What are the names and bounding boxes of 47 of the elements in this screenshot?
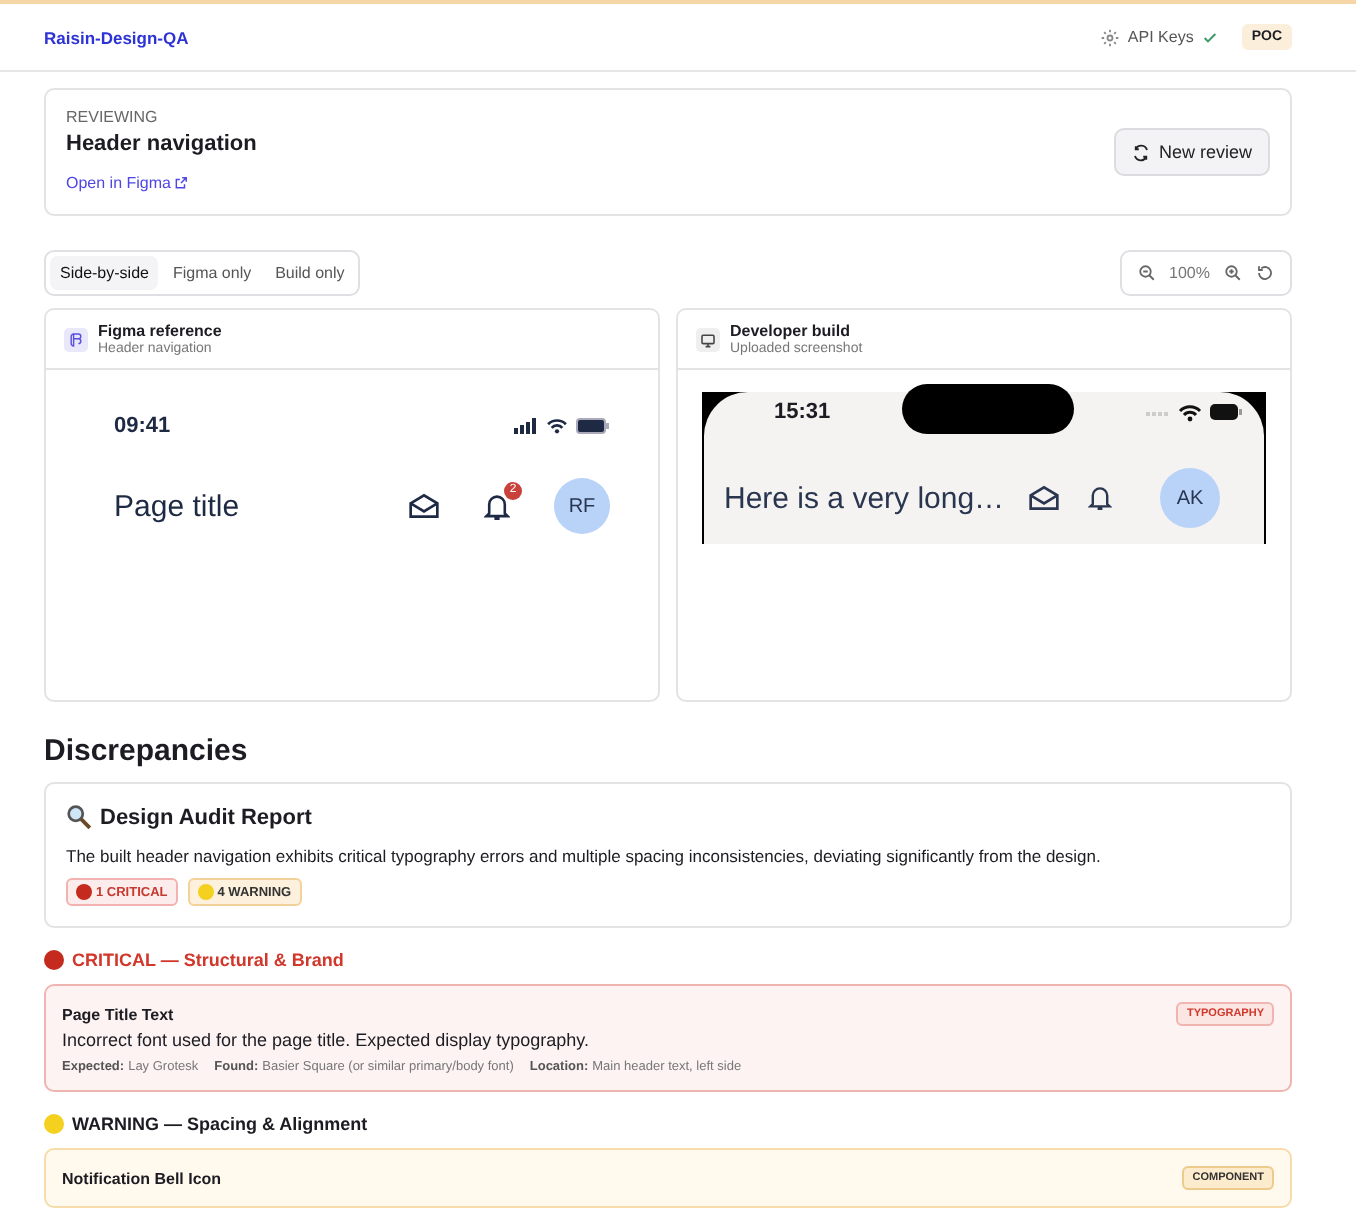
- brand-name[interactable]: Raisin-Design-QA: [44, 27, 189, 47]
- battery-icon: [1209, 404, 1244, 420]
- battery-icon: [576, 418, 610, 434]
- panel-title: Figma reference: [98, 322, 222, 340]
- issue-description: Incorrect font used for the page title. Expected display typography.: [62, 1030, 591, 1050]
- envelope-icon: [1028, 484, 1061, 512]
- zoom-in-icon[interactable]: [1224, 264, 1242, 282]
- report-summary: The built header navigation exhibits critical typography errors and multiple spacing inconsistencies, deviating significantly from the design.: [66, 846, 1103, 866]
- envelope-icon[interactable]: [408, 492, 440, 520]
- external-link-icon: [174, 175, 189, 189]
- severity-dot-icon: [44, 950, 64, 970]
- view-mode-tab[interactable]: Figma only: [162, 256, 262, 290]
- issue-title: Notification Bell Icon: [62, 1169, 222, 1187]
- reviewing-label: REVIEWING: [66, 107, 160, 125]
- page-title: Page title: [114, 489, 240, 523]
- severity-heading: WARNING — Spacing & Alignment: [72, 1114, 368, 1134]
- panel-title: Developer build: [730, 322, 853, 340]
- page-title: Here is a very long…: [724, 481, 1005, 515]
- avatar[interactable]: RF: [554, 478, 610, 534]
- magnifier-icon: [66, 804, 92, 830]
- issue-title: Page Title Text: [62, 1005, 174, 1023]
- report-title: Design Audit Report: [100, 805, 312, 829]
- new-review-button[interactable]: New review: [1114, 128, 1270, 176]
- signal-icon: [514, 418, 538, 434]
- zoom-level: 100%: [1169, 264, 1210, 282]
- wifi-icon: [546, 418, 568, 434]
- status-time: 15:31: [774, 400, 831, 424]
- refresh-icon: [1132, 143, 1151, 161]
- gear-icon: [1099, 27, 1120, 47]
- status-time: 09:41: [114, 414, 171, 438]
- review-title: Header navigation: [66, 131, 257, 155]
- bell-icon[interactable]: [484, 491, 510, 521]
- severity-dot-icon: [44, 1114, 64, 1134]
- view-mode-tab[interactable]: Build only: [265, 256, 355, 290]
- signal-icon: [1145, 409, 1170, 415]
- bell-icon: [1088, 484, 1113, 512]
- open-in-figma-link[interactable]: Open in Figma: [66, 173, 189, 191]
- view-mode-tab[interactable]: Side-by-side: [50, 256, 159, 290]
- severity-heading: CRITICAL — Structural & Brand: [72, 950, 344, 970]
- avatar: AK: [1160, 468, 1221, 528]
- monitor-icon: [696, 327, 720, 351]
- reset-icon[interactable]: [1256, 264, 1274, 282]
- wifi-icon: [1177, 403, 1202, 421]
- figma-logo-icon: [64, 327, 88, 351]
- zoom-out-icon[interactable]: [1137, 264, 1156, 282]
- section-heading: Discrepancies: [44, 734, 250, 768]
- api-keys-link[interactable]: API Keys: [1127, 28, 1194, 46]
